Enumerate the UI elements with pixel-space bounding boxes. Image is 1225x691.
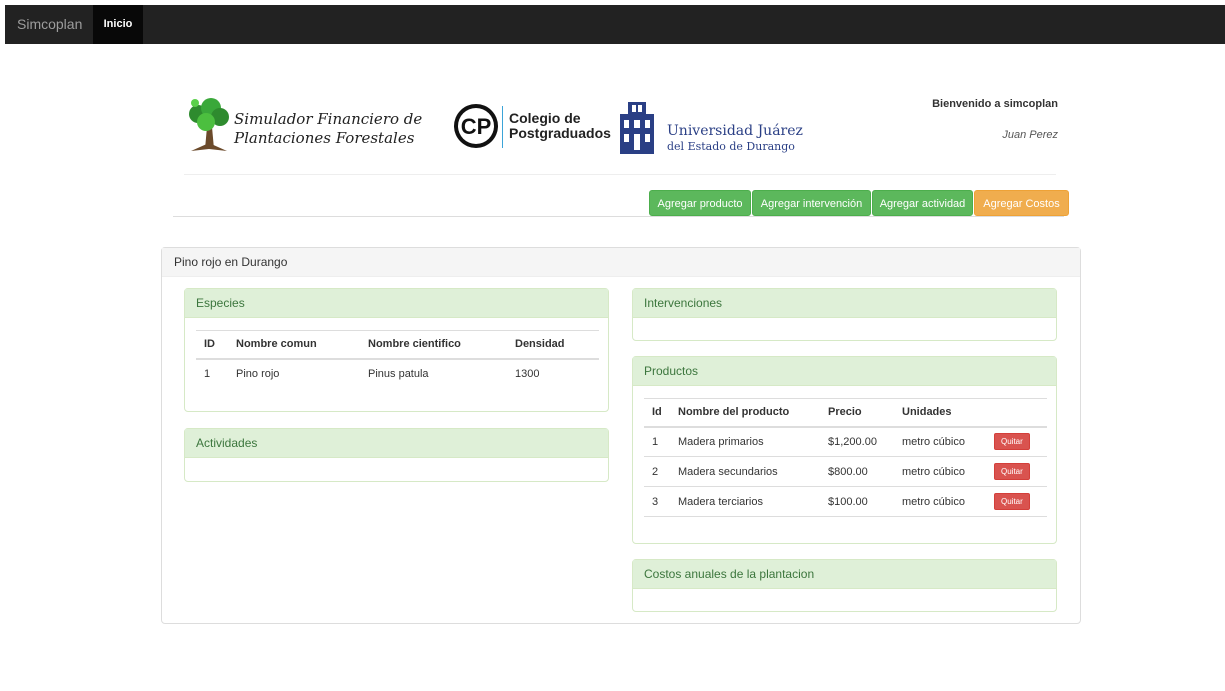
add-costs-button[interactable]: Agregar Costos [974,190,1069,216]
table-row: 2 Madera secundarios $800.00 metro cúbic… [644,456,1047,487]
col-price: Precio [820,398,894,428]
col-product-name: Nombre del producto [670,398,820,428]
table-row: 3 Madera terciarios $100.00 metro cúbico… [644,486,1047,517]
col-common-name: Nombre comun [228,330,360,360]
species-header-row: ID Nombre comun Nombre cientifico Densid… [196,330,599,360]
tree-logo-icon [189,98,229,151]
species-table: ID Nombre comun Nombre cientifico Densid… [196,330,599,389]
navbar-brand[interactable]: Simcoplan [17,5,82,44]
products-panel: Productos Id Nombre del producto Precio … [632,356,1057,544]
table-row: 1 Pino rojo Pinus patula 1300 [204,368,540,380]
nav-item-inicio[interactable]: Inicio [93,5,143,44]
col-id: ID [196,330,228,360]
add-product-button[interactable]: Agregar producto [649,190,751,216]
welcome-text: Bienvenido a simcoplan [932,98,1058,110]
cp-logo-text: Colegio de Postgraduados [509,110,611,141]
table-row: 1 Madera primarios $1,200.00 metro cúbic… [644,426,1047,457]
ujed-building-icon [620,102,654,154]
svg-text:CP: CP [461,114,492,139]
products-panel-title: Productos [633,357,1056,386]
col-units: Unidades [894,398,986,428]
interventions-panel-title: Intervenciones [633,289,1056,318]
activities-panel-title: Actividades [185,429,608,458]
species-panel: Especies ID Nombre comun Nombre cientifi… [184,288,609,412]
products-table: Id Nombre del producto Precio Unidades 1… [644,398,1047,517]
col-density: Densidad [507,330,599,360]
activities-panel: Actividades [184,428,609,482]
remove-product-button[interactable]: Quitar [994,463,1030,480]
ujed-logo-subtitle: del Estado de Durango [667,140,795,153]
remove-product-button[interactable]: Quitar [994,433,1030,451]
header-divider [184,174,1056,175]
species-panel-title: Especies [185,289,608,318]
plantation-title: Pino rojo en Durango [162,248,1080,277]
col-id: Id [644,398,670,428]
annual-costs-panel: Costos anuales de la plantacion [632,559,1057,612]
annual-costs-panel-title: Costos anuales de la plantacion [633,560,1056,589]
col-scientific-name: Nombre cientifico [360,330,507,360]
user-name: Juan Perez [1002,129,1058,141]
cp-logo-divider [502,106,503,148]
ujed-logo-name: Universidad Juárez [667,123,803,139]
add-activity-button[interactable]: Agregar actividad [872,190,973,216]
top-navbar: Simcoplan Inicio [5,5,1225,44]
actions-divider [173,216,1064,217]
add-intervention-button[interactable]: Agregar intervención [752,190,871,216]
remove-product-button[interactable]: Quitar [994,493,1030,510]
products-header-row: Id Nombre del producto Precio Unidades [644,398,1047,428]
col-actions [986,398,1047,428]
simulator-logo-text: Simulador Financiero de Plantaciones For… [234,110,423,147]
colegio-postgraduados-logo-icon: CP [454,104,498,148]
interventions-panel: Intervenciones [632,288,1057,341]
